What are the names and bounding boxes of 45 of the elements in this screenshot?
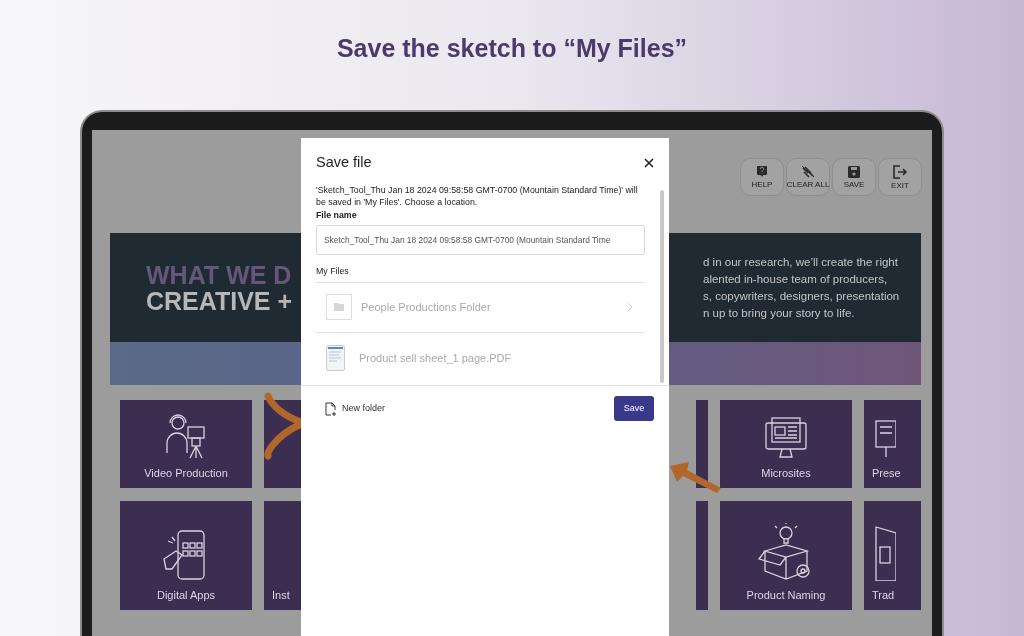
toolbar-button[interactable]: HELP xyxy=(740,158,784,196)
service-tile[interactable]: Prese xyxy=(864,400,921,488)
save-button[interactable]: Save xyxy=(614,396,654,422)
close-icon[interactable] xyxy=(644,157,654,168)
toolbar-button[interactable]: CLEAR ALL xyxy=(786,158,830,196)
tile-label: Product Naming xyxy=(746,587,826,603)
chevron-right-icon xyxy=(627,302,633,313)
banner-text-line: s, copywriters, designers, presentation xyxy=(703,288,901,304)
tile-label: Prese xyxy=(872,465,901,481)
location-label: My Files xyxy=(316,264,350,277)
tile-label: Digital Apps xyxy=(156,587,216,603)
tile-label: Trad xyxy=(872,587,895,603)
monitor-webpage-icon xyxy=(764,416,808,459)
toolbar-button[interactable]: SAVE xyxy=(832,158,876,196)
field-label: File name xyxy=(316,208,358,222)
service-tile[interactable]: Digital Apps xyxy=(120,501,252,610)
service-tile[interactable]: Trad xyxy=(864,501,921,610)
tile-label: Microsites xyxy=(761,465,811,481)
presentation-board-icon xyxy=(872,418,896,459)
dialog-title: Save file xyxy=(316,153,372,172)
tile-label: Video Production xyxy=(144,465,228,481)
banner-text-line: d in our research, we’ll create the right xyxy=(703,254,899,270)
document-icon xyxy=(326,344,345,371)
new-folder-button[interactable]: New folder xyxy=(325,401,386,416)
service-tile[interactable]: Product Naming xyxy=(720,501,852,610)
eraser-stack-icon xyxy=(801,165,815,178)
tile-label: Inst xyxy=(272,587,290,603)
banner-title: WHAT WE D xyxy=(146,261,293,288)
scrollbar[interactable] xyxy=(660,189,664,383)
banner-title: CREATIVE + xyxy=(146,287,293,314)
new-file-icon xyxy=(325,401,337,416)
service-tile[interactable]: Video Production xyxy=(120,400,252,488)
help-icon xyxy=(756,165,768,178)
banner-text-line: alented in-house team of producers, xyxy=(703,271,889,287)
videographer-icon xyxy=(164,412,208,459)
page-heading: Save the sketch to “My Files” xyxy=(336,33,688,64)
banner-text-line: n up to bring your story to life. xyxy=(703,305,856,321)
trade-booth-icon xyxy=(872,524,896,581)
toolbar-button[interactable]: EXIT xyxy=(878,158,922,196)
service-tile[interactable]: Inst xyxy=(264,501,301,610)
folder-icon xyxy=(326,294,352,321)
service-tile[interactable]: Microsites xyxy=(720,400,852,488)
dialog-message: 'Sketch_Tool_Thu Jan 18 2024 09:58:58 GMT-0700 (Mountain Standard Time)' will be saved in 'My Files'. Choose a location. xyxy=(316,183,639,209)
exit-icon xyxy=(892,164,908,179)
file-name-field[interactable]: Sketch_Tool_Thu Jan 18 2024 09:58:58 GMT-0700 (Mountain Standard Time xyxy=(316,224,645,255)
